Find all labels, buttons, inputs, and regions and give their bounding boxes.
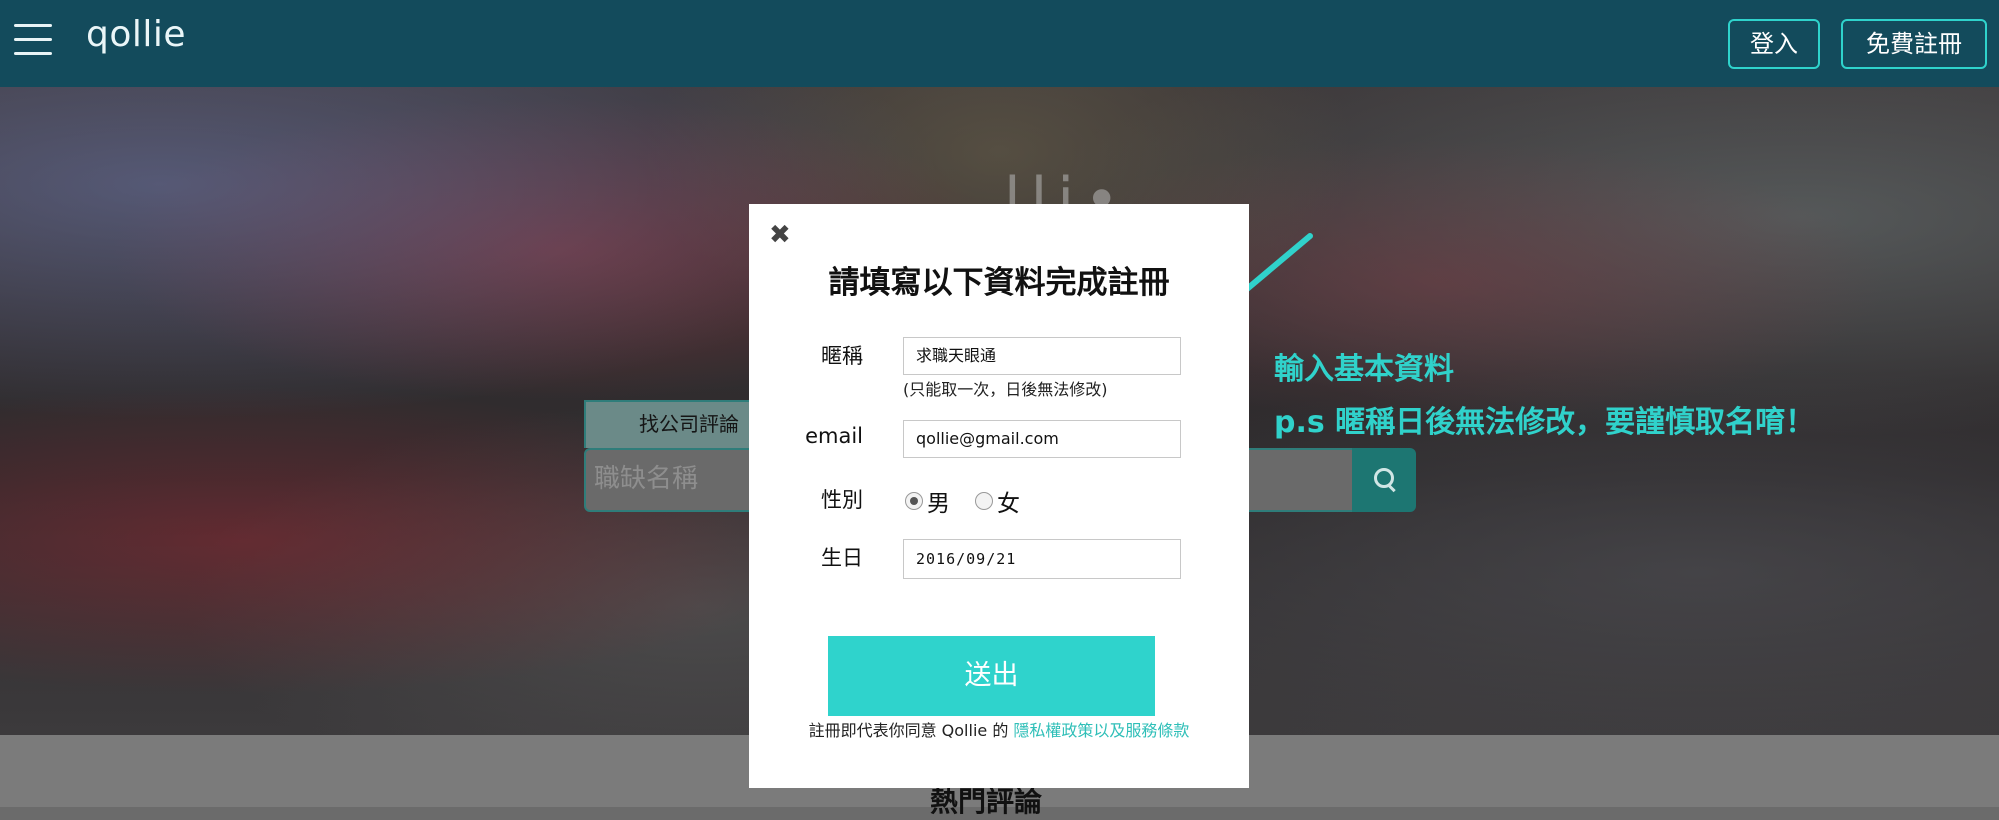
radio-female[interactable] [975,492,993,510]
hamburger-menu-icon[interactable] [14,24,52,56]
close-icon[interactable]: ✖ [769,222,791,248]
search-input-tail [1249,448,1352,512]
search-button[interactable] [1352,448,1416,512]
gender-female-label: 女 [997,491,1020,517]
terms-prefix: 註冊即代表你同意 Qollie 的 [808,721,1014,740]
gender-male-label: 男 [927,491,950,517]
top-nav-bar: qollie 登入 免費註冊 [0,0,1999,87]
gender-option-female[interactable]: 女 [975,484,1020,518]
birthday-label: 生日 [821,546,863,570]
terms-link[interactable]: 隱私權政策以及服務條款 [1013,721,1189,740]
gender-label: 性別 [821,488,863,512]
modal-title: 請填寫以下資料完成註冊 [828,265,1170,301]
email-label: email [805,424,863,448]
annotation-line-1: 輸入基本資料 [1274,352,1454,387]
nickname-hint: (只能取一次，日後無法修改) [903,380,1108,399]
annotation-line-2: p.s 暱稱日後無法修改，要謹慎取名唷！ [1274,405,1816,440]
radio-male[interactable] [905,492,923,510]
gender-option-male[interactable]: 男 [905,484,950,518]
nickname-label: 暱稱 [821,344,863,368]
nickname-field[interactable]: 求職天眼通 [903,337,1181,375]
submit-button[interactable]: 送出 [828,636,1155,716]
terms-text: 註冊即代表你同意 Qollie 的 隱私權政策以及服務條款 [789,719,1209,743]
login-button[interactable]: 登入 [1728,19,1820,69]
birthday-field[interactable]: 2016/09/21 [903,539,1181,579]
site-logo[interactable]: qollie [86,14,186,55]
register-button[interactable]: 免費註冊 [1841,19,1987,69]
email-field[interactable]: qollie@gmail.com [903,420,1181,458]
registration-modal: ✖ 請填寫以下資料完成註冊 暱稱 求職天眼通 (只能取一次，日後無法修改) em… [749,204,1249,788]
